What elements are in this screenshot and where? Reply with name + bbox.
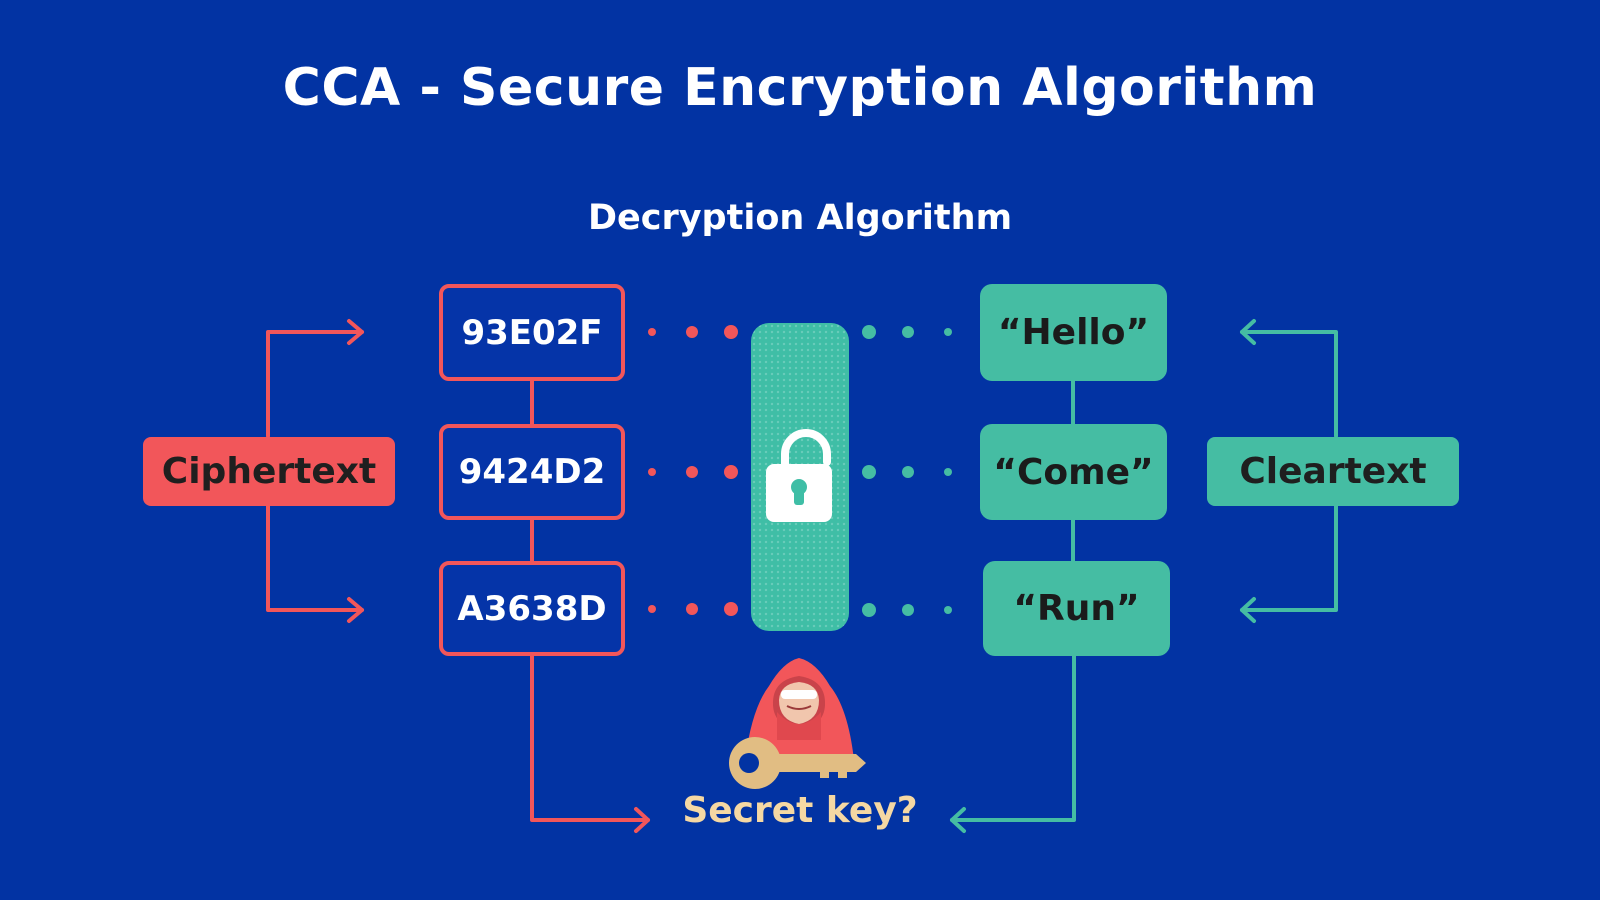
dot xyxy=(686,603,698,615)
dot xyxy=(686,466,698,478)
cipher-bracket-line xyxy=(266,504,364,612)
dot xyxy=(862,325,876,339)
decryption-lock-bar xyxy=(751,323,849,631)
cipher-bracket-line xyxy=(266,330,364,438)
page-title: CCA - Secure Encryption Algorithm xyxy=(282,58,1318,118)
dot xyxy=(944,468,952,476)
cleartext-box: “Hello” xyxy=(980,284,1167,381)
dot xyxy=(724,602,738,616)
dot xyxy=(648,468,656,476)
dot xyxy=(724,325,738,339)
dot xyxy=(902,604,914,616)
dot xyxy=(648,328,656,336)
cleartext-box: “Run” xyxy=(983,561,1170,656)
dot xyxy=(902,326,914,338)
cleartext-label: Cleartext xyxy=(1207,437,1459,506)
dot xyxy=(724,465,738,479)
diagram-canvas: CCA - Secure Encryption Algorithm Decryp… xyxy=(0,0,1600,900)
dot xyxy=(944,328,952,336)
ciphertext-box: A3638D xyxy=(439,561,625,656)
ciphertext-label: Ciphertext xyxy=(143,437,395,506)
dot xyxy=(944,606,952,614)
clear-bracket-line xyxy=(1240,330,1338,438)
cipher-to-key-line xyxy=(530,654,650,822)
cleartext-box: “Come” xyxy=(980,424,1167,520)
section-subtitle: Decryption Algorithm xyxy=(587,198,1013,238)
dot xyxy=(902,466,914,478)
dot xyxy=(862,603,876,617)
secret-key-label: Secret key? xyxy=(682,790,918,831)
clear-to-key-line xyxy=(950,654,1076,822)
dot xyxy=(862,465,876,479)
dot xyxy=(686,326,698,338)
dot xyxy=(648,605,656,613)
ciphertext-box: 9424D2 xyxy=(439,424,625,520)
clear-bracket-line xyxy=(1240,504,1338,612)
ciphertext-box: 93E02F xyxy=(439,284,625,381)
